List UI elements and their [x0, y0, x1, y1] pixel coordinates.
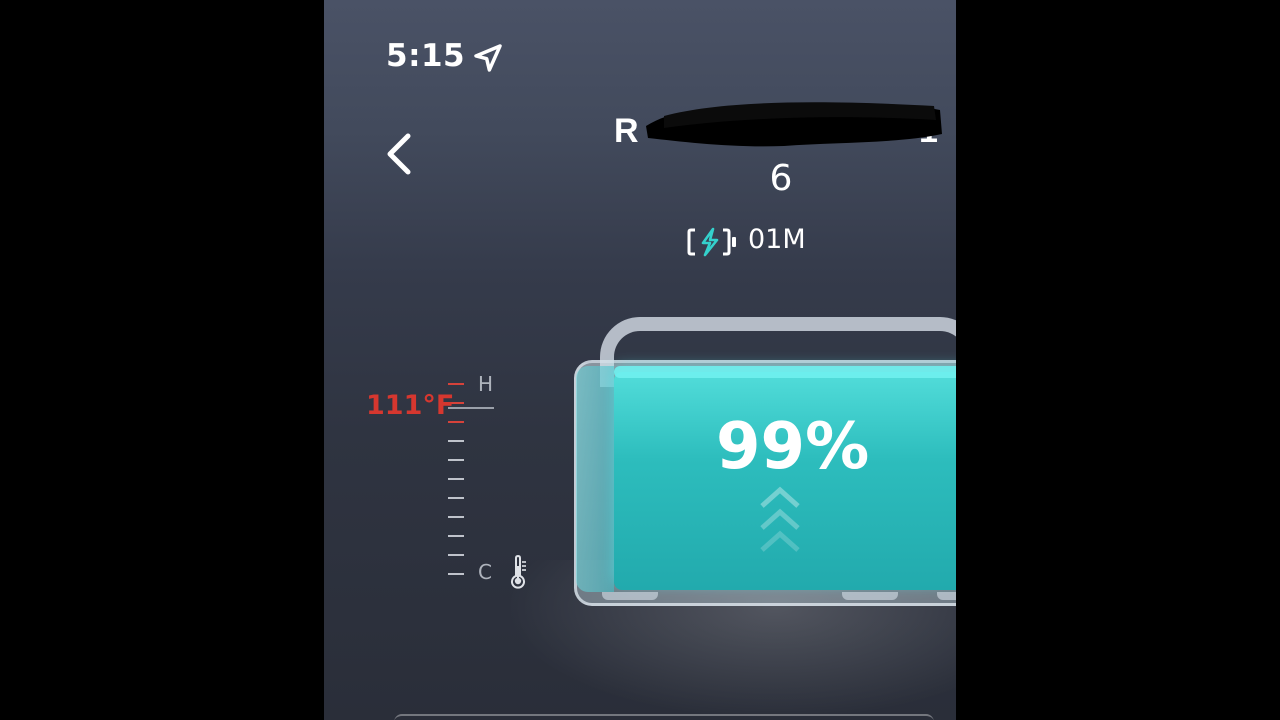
home-indicator [394, 714, 934, 720]
device-name-start: R [614, 112, 639, 150]
gauge-tick [448, 459, 464, 461]
chevron-left-icon[interactable] [376, 128, 428, 180]
battery-percentage: 99% [716, 410, 870, 484]
gauge-tick [448, 497, 464, 499]
redaction-mark [646, 102, 942, 147]
gauge-tick [448, 383, 464, 385]
charge-time-remaining: 01M [748, 224, 806, 255]
device-foot [842, 592, 898, 600]
gauge-tick [448, 516, 464, 518]
device-foot [602, 592, 658, 600]
gauge-tick [448, 554, 464, 556]
gauge-pointer [448, 407, 494, 409]
device-feet [592, 592, 956, 602]
location-arrow-icon [474, 44, 502, 72]
gauge-tick [448, 535, 464, 537]
status-time: 5:15 [386, 38, 466, 74]
gauge-tick [448, 440, 464, 442]
charging-chevrons-icon [760, 486, 800, 552]
thermometer-icon [511, 554, 526, 589]
battery-fill-surface [614, 366, 956, 378]
device-name-line2: 6 [769, 158, 793, 199]
gauge-low-label: C [478, 560, 492, 584]
gauge-high-label: H [478, 372, 494, 396]
device-foot [937, 592, 956, 600]
gauge-tick [448, 478, 464, 480]
battery-charging-icon [687, 227, 736, 257]
gauge-tick [448, 421, 464, 423]
temperature-reading: 111°F [366, 390, 455, 421]
gauge-tick [448, 573, 464, 575]
app-screen: 5:15 R 1 6 01M 111°F H C [324, 0, 956, 720]
device-side-panel [576, 366, 614, 592]
